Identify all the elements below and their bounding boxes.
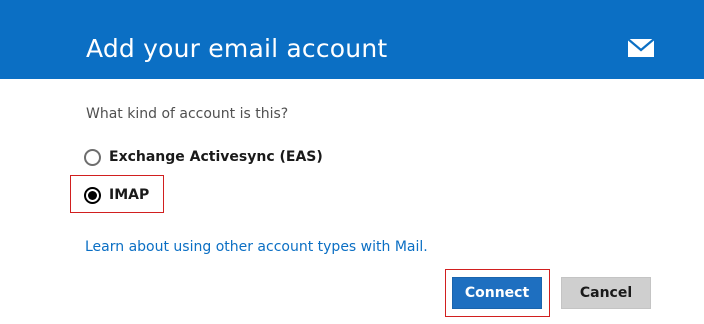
account-type-question: What kind of account is this? — [86, 106, 289, 122]
mail-icon — [628, 39, 654, 57]
add-email-account-dialog: Add your email account What kind of acco… — [0, 0, 704, 324]
dialog-header: Add your email account — [0, 0, 704, 79]
connect-button[interactable]: Connect — [452, 277, 542, 309]
dialog-title: Add your email account — [86, 34, 388, 63]
learn-about-account-types-link[interactable]: Learn about using other account types wi… — [85, 238, 428, 256]
option-imap[interactable]: IMAP — [84, 184, 149, 206]
radio-button-eas[interactable] — [84, 148, 101, 166]
option-label-imap: IMAP — [109, 187, 150, 203]
cancel-button[interactable]: Cancel — [561, 277, 651, 309]
radio-button-imap[interactable] — [84, 186, 101, 204]
option-exchange-activesync[interactable]: Exchange Activesync (EAS) — [84, 146, 323, 168]
option-label-eas: Exchange Activesync (EAS) — [109, 149, 323, 165]
